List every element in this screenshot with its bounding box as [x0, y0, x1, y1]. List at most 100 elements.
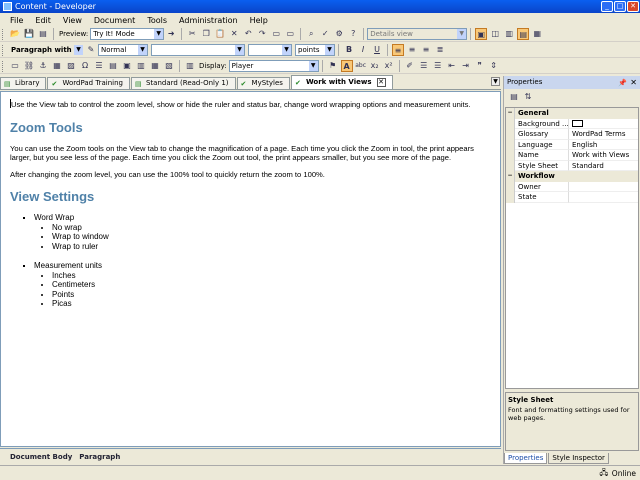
bullet-list-icon[interactable]: ☰ — [432, 60, 444, 72]
property-row[interactable]: Glossary WordPad Terms — [506, 129, 638, 140]
pin-icon[interactable]: 📌 — [618, 77, 627, 90]
layout-columns-icon[interactable]: ▥ — [503, 28, 515, 40]
display-icon[interactable]: ▥ — [184, 60, 196, 72]
tab-style-inspector[interactable]: Style Inspector — [548, 453, 609, 464]
open-icon[interactable]: 📂 — [9, 28, 21, 40]
property-value[interactable]: Standard — [569, 161, 638, 171]
superscript-icon[interactable]: x² — [383, 60, 395, 72]
italic-button[interactable]: I — [357, 44, 369, 56]
property-value[interactable] — [569, 182, 638, 192]
toolbar-grip[interactable] — [2, 28, 5, 40]
spelling-icon[interactable]: abc — [355, 60, 367, 72]
tools-icon[interactable]: ⚙ — [333, 28, 345, 40]
collapse-icon[interactable]: − — [506, 108, 515, 119]
document-editor[interactable]: Use the View tab to control the zoom lev… — [0, 91, 501, 447]
tab-properties[interactable]: Properties — [504, 453, 548, 464]
underline-button[interactable]: U — [371, 44, 383, 56]
field-icon[interactable]: ▣ — [121, 60, 133, 72]
menu-file[interactable]: File — [4, 16, 29, 25]
find-icon[interactable]: ⌕ — [305, 28, 317, 40]
style-tool-icon[interactable]: ✎ — [85, 44, 97, 56]
color-swatch[interactable] — [572, 119, 583, 127]
outdent-icon[interactable]: ⇤ — [446, 60, 458, 72]
category-workflow[interactable]: − Workflow — [506, 171, 638, 182]
delete-icon[interactable]: ✕ — [228, 28, 240, 40]
insert-icon[interactable]: ▭ — [270, 28, 282, 40]
hyperlink-icon[interactable]: ⛓ — [23, 60, 35, 72]
close-button[interactable]: ✕ — [627, 1, 639, 12]
align-right-icon[interactable]: ≡ — [420, 44, 432, 56]
font-select[interactable]: ▼ — [151, 44, 245, 56]
list-icon[interactable]: ☰ — [93, 60, 105, 72]
property-row[interactable]: Background ... — [506, 118, 638, 129]
bold-button[interactable]: B — [343, 44, 355, 56]
menu-tools[interactable]: Tools — [141, 16, 173, 25]
redo-icon[interactable]: ↷ — [256, 28, 268, 40]
image-icon[interactable]: ▨ — [65, 60, 77, 72]
property-value[interactable] — [569, 119, 638, 129]
maximize-button[interactable]: □ — [614, 1, 626, 12]
indent-icon[interactable]: ⇥ — [460, 60, 472, 72]
move-icon[interactable]: ⇕ — [488, 60, 500, 72]
minimize-button[interactable]: _ — [601, 1, 613, 12]
help-icon[interactable]: ? — [347, 28, 359, 40]
media-icon[interactable]: ▤ — [107, 60, 119, 72]
insert-box-icon[interactable]: ▭ — [9, 60, 21, 72]
tab-wordpad-training[interactable]: ✔ WordPad Training — [47, 77, 130, 89]
menu-edit[interactable]: Edit — [29, 16, 57, 25]
highlight-icon[interactable]: A — [340, 60, 353, 72]
tab-list-icon[interactable]: ▼ — [491, 77, 500, 86]
save-icon[interactable]: 💾 — [23, 28, 35, 40]
property-row[interactable]: Name Work with Views — [506, 150, 638, 161]
tab-mystyles[interactable]: ✔ MyStyles — [236, 77, 290, 89]
property-row[interactable]: State — [506, 192, 638, 203]
size-select[interactable]: ▼ — [248, 44, 292, 56]
align-center-icon[interactable]: ≡ — [406, 44, 418, 56]
category-general[interactable]: − General — [506, 108, 638, 119]
condition-icon[interactable]: ▦ — [149, 60, 161, 72]
undo-icon[interactable]: ↶ — [242, 28, 254, 40]
quote-icon[interactable]: ❞ — [474, 60, 486, 72]
property-row[interactable]: Language English — [506, 139, 638, 150]
layout-split-icon[interactable]: ◫ — [489, 28, 501, 40]
tab-work-with-views[interactable]: ✔ Work with Views ✕ — [290, 75, 393, 89]
toolbar-grip[interactable] — [2, 60, 5, 72]
menu-help[interactable]: Help — [244, 16, 274, 25]
align-left-icon[interactable]: ≡ — [392, 44, 404, 56]
table-icon[interactable]: ▦ — [51, 60, 63, 72]
subscript-icon[interactable]: x₂ — [369, 60, 381, 72]
toolbar-grip[interactable] — [2, 44, 5, 56]
unit-select[interactable]: points ▼ — [295, 44, 335, 56]
tab-library[interactable]: ▤ Library — [0, 77, 47, 89]
go-icon[interactable]: ➜ — [165, 28, 177, 40]
align-justify-icon[interactable]: ≣ — [434, 44, 446, 56]
style-inspector-icon[interactable]: ⚑ — [327, 60, 339, 72]
property-value[interactable] — [569, 192, 638, 203]
property-value[interactable]: WordPad Terms — [569, 129, 638, 140]
property-value[interactable]: Work with Views — [569, 150, 638, 161]
path-document-body[interactable]: Document Body — [10, 453, 72, 461]
display-select[interactable]: Player ▼ — [228, 60, 319, 72]
print-icon[interactable]: ▤ — [37, 28, 49, 40]
symbol-icon[interactable]: Ω — [79, 60, 91, 72]
menu-document[interactable]: Document — [88, 16, 141, 25]
snippet-icon[interactable]: ▧ — [163, 60, 175, 72]
anchor-icon[interactable]: ⚓ — [37, 60, 49, 72]
cut-icon[interactable]: ✂ — [186, 28, 198, 40]
numbered-list-icon[interactable]: ☰ — [418, 60, 430, 72]
preview-mode-select[interactable]: Try It! Mode ▼ — [90, 28, 165, 40]
sort-alpha-icon[interactable]: ⇅ — [522, 91, 534, 103]
path-paragraph[interactable]: Paragraph — [79, 453, 120, 461]
categorized-icon[interactable]: ▤ — [508, 91, 520, 103]
paragraph-style-select[interactable]: Paragraph with 8 ... ▼ — [8, 44, 84, 56]
property-value[interactable]: English — [569, 140, 638, 150]
view-select[interactable]: Details view ▼ — [367, 28, 468, 40]
layout-full-icon[interactable]: ▦ — [531, 28, 543, 40]
close-icon[interactable]: ✕ — [630, 76, 637, 89]
spellcheck-icon[interactable]: ✓ — [319, 28, 331, 40]
copy-icon[interactable]: ❐ — [200, 28, 212, 40]
variable-icon[interactable]: ▥ — [135, 60, 147, 72]
property-row[interactable]: Owner — [506, 181, 638, 192]
tab-standard[interactable]: ▤ Standard (Read-Only 1) — [130, 77, 236, 89]
close-tab-icon[interactable]: ✕ — [376, 78, 386, 87]
